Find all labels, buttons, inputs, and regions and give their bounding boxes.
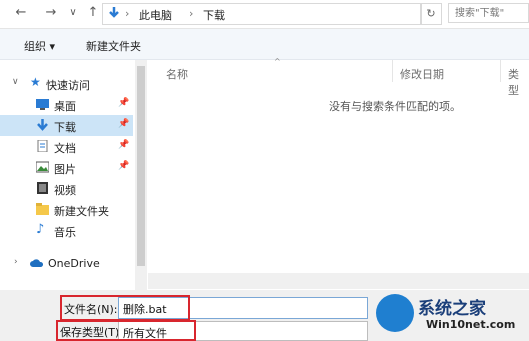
horizontal-scrollbar[interactable] bbox=[148, 273, 529, 289]
pin-icon[interactable]: 📌 bbox=[118, 161, 129, 171]
empty-results-message: 没有与搜索条件匹配的项。 bbox=[329, 100, 461, 113]
folder-icon bbox=[36, 203, 49, 215]
nav-item-desktop[interactable]: 桌面 📌 bbox=[0, 94, 133, 115]
search-input[interactable]: 搜索"下载" bbox=[448, 3, 529, 23]
nav-item-label: 音乐 bbox=[54, 226, 76, 239]
breadcrumb-separator: › bbox=[189, 7, 194, 20]
nav-item-videos[interactable]: 视频 bbox=[0, 178, 133, 199]
forward-arrow-icon[interactable]: → bbox=[42, 4, 60, 22]
chevron-right-icon[interactable]: › bbox=[14, 257, 18, 267]
download-arrow-icon bbox=[37, 119, 48, 131]
nav-item-label: 下载 bbox=[54, 121, 76, 134]
navigation-scrollbar[interactable] bbox=[135, 60, 147, 290]
breadcrumb-separator: › bbox=[125, 7, 130, 20]
nav-quick-access[interactable]: ∨ ★ 快速访问 bbox=[0, 73, 133, 94]
address-bar-row: ← → ∨ ↑ › 此电脑 › 下载 ↻ 搜索"下载" bbox=[0, 0, 529, 29]
pictures-icon bbox=[36, 161, 49, 173]
onedrive-label: OneDrive bbox=[48, 257, 100, 270]
sort-ascending-icon: ^ bbox=[274, 57, 281, 66]
column-divider[interactable] bbox=[392, 60, 393, 82]
pin-icon[interactable]: 📌 bbox=[118, 98, 129, 108]
scrollbar-thumb[interactable] bbox=[137, 66, 145, 266]
organize-button[interactable]: 组织 ▾ bbox=[24, 38, 55, 54]
recent-locations-icon[interactable]: ∨ bbox=[64, 4, 82, 22]
star-icon: ★ bbox=[30, 75, 41, 89]
nav-item-onedrive[interactable]: › OneDrive bbox=[0, 253, 133, 274]
column-header-type[interactable]: 类型 bbox=[508, 66, 529, 98]
nav-item-pictures[interactable]: 图片 📌 bbox=[0, 157, 133, 178]
watermark-url: Win10net.com bbox=[426, 318, 516, 331]
back-arrow-icon[interactable]: ← bbox=[12, 4, 30, 22]
nav-item-new-folder[interactable]: 新建文件夹 bbox=[0, 199, 133, 220]
nav-item-label: 图片 bbox=[54, 163, 76, 176]
column-divider[interactable] bbox=[500, 60, 501, 82]
breadcrumb-this-pc[interactable]: 此电脑 bbox=[139, 7, 172, 23]
nav-item-label: 桌面 bbox=[54, 100, 76, 113]
refresh-icon[interactable]: ↻ bbox=[420, 3, 442, 25]
nav-item-downloads[interactable]: 下载 📌 bbox=[0, 115, 133, 136]
file-list: ^ 名称 修改日期 类型 没有与搜索条件匹配的项。 bbox=[148, 57, 529, 290]
command-bar: 组织 ▾ 新建文件夹 bbox=[0, 29, 529, 60]
download-folder-icon bbox=[109, 7, 119, 18]
pin-icon[interactable]: 📌 bbox=[118, 119, 129, 129]
highlight-box bbox=[60, 295, 190, 321]
nav-item-music[interactable]: ♪ 音乐 bbox=[0, 220, 133, 241]
watermark-brand: 系统之家 bbox=[418, 299, 486, 319]
documents-icon bbox=[37, 140, 48, 152]
watermark: 系统之家 Win10net.com bbox=[368, 290, 529, 341]
new-folder-button[interactable]: 新建文件夹 bbox=[86, 38, 141, 54]
highlight-box bbox=[56, 320, 196, 341]
breadcrumb-downloads[interactable]: 下载 bbox=[203, 7, 225, 23]
nav-item-label: 视频 bbox=[54, 184, 76, 197]
quick-access-label: 快速访问 bbox=[46, 79, 90, 92]
address-box[interactable]: › 此电脑 › 下载 bbox=[102, 3, 422, 25]
nav-item-label: 新建文件夹 bbox=[54, 205, 109, 218]
desktop-icon bbox=[36, 99, 49, 110]
videos-icon bbox=[37, 182, 48, 194]
column-header-modified[interactable]: 修改日期 bbox=[400, 66, 444, 82]
chevron-down-icon[interactable]: ∨ bbox=[12, 77, 19, 87]
nav-item-label: 文档 bbox=[54, 142, 76, 155]
column-header-name[interactable]: 名称 bbox=[166, 66, 188, 82]
up-arrow-icon[interactable]: ↑ bbox=[84, 4, 102, 22]
nav-item-documents[interactable]: 文档 📌 bbox=[0, 136, 133, 157]
navigation-pane: ∨ ★ 快速访问 桌面 📌 下载 📌 文档 📌 图片 📌 视频 新建文件夹 ♪ … bbox=[0, 60, 133, 290]
cloud-icon bbox=[30, 259, 44, 267]
music-note-icon: ♪ bbox=[36, 222, 45, 237]
pin-icon[interactable]: 📌 bbox=[118, 140, 129, 150]
watermark-logo-icon bbox=[376, 294, 414, 332]
